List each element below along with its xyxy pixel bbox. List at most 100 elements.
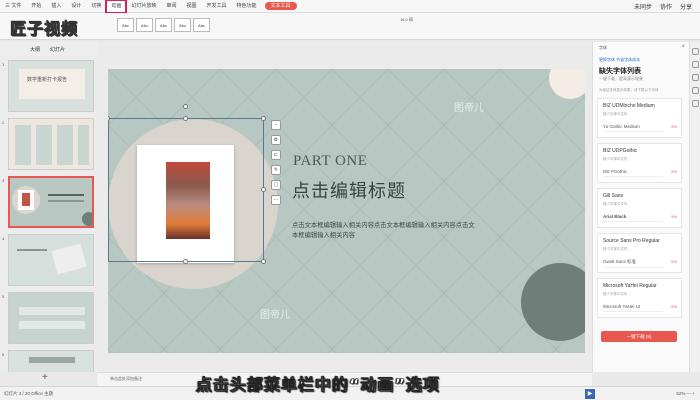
- text-style-preset[interactable]: Abc: [136, 18, 153, 32]
- font-card[interactable]: Microsoft YaHei Regular 缺少字体中文件 Microsof…: [597, 278, 682, 318]
- crop-icon[interactable]: ⊏: [271, 150, 281, 160]
- style-icon[interactable]: [691, 61, 699, 68]
- font-card[interactable]: Gill Sans 缺少字体中文件 Arial Black 5%: [597, 188, 682, 228]
- font-card[interactable]: BIZ UDMincho Medium 缺少字体中文件 Yu Gothic Me…: [597, 98, 682, 138]
- panel-title: 缺失字体列表: [599, 68, 641, 75]
- tab-special[interactable]: 特色功能: [232, 0, 262, 13]
- slide-main[interactable]: − ⚙ ⊏ ✎ ▢ ⋯ PART ONE 点击编辑标题 点击文本框编辑输入相关内…: [108, 69, 585, 353]
- font-sub: 缺少字体中文件: [603, 247, 628, 251]
- font-price: 5%: [671, 124, 677, 129]
- slide-body-text[interactable]: 点击文本框编辑输入相关内容点击文本框编辑输入相关内容点击文本框编辑输入相关内容: [292, 221, 477, 241]
- tab-slides[interactable]: 幻灯片: [50, 46, 65, 53]
- section-label[interactable]: PART ONE: [293, 153, 367, 170]
- close-icon[interactable]: ×: [681, 44, 685, 50]
- share-button[interactable]: 分享: [680, 2, 692, 11]
- text-style-preset[interactable]: Abc: [117, 18, 134, 32]
- font-replacement[interactable]: MS PGothic: [603, 169, 663, 177]
- rotate-handle[interactable]: [183, 104, 188, 109]
- property-icon[interactable]: [691, 48, 699, 55]
- font-replacement[interactable]: Yu Gothic Medium: [603, 124, 663, 132]
- font-sub: 缺少字体中文件: [603, 292, 628, 296]
- font-replacement[interactable]: Arial Black: [603, 214, 663, 222]
- more-icon[interactable]: ⋯: [271, 195, 281, 205]
- resize-handle[interactable]: [183, 259, 188, 264]
- font-name: BIZ UDPGothic: [603, 148, 638, 154]
- tab-animation[interactable]: 动画: [105, 0, 128, 14]
- slide-number: 2: [2, 120, 5, 125]
- panel-header: 字体: [599, 45, 607, 50]
- play-icon[interactable]: ▶: [585, 389, 595, 399]
- text-style-preset[interactable]: Abc: [174, 18, 191, 32]
- watermark-text: 图帝儿: [454, 103, 484, 114]
- tab-outline[interactable]: 大纲: [30, 46, 40, 53]
- text-style-preset[interactable]: Abc: [193, 18, 210, 32]
- resize-handle[interactable]: [183, 116, 188, 121]
- tab-transition[interactable]: 切换: [86, 0, 106, 13]
- download-all-button[interactable]: 一键下载 (5): [601, 331, 677, 342]
- slide-thumbnail[interactable]: 数学重新打卡报告: [8, 60, 94, 112]
- tab-review[interactable]: 审阅: [161, 0, 181, 13]
- font-sub: 缺少字体中文件: [603, 202, 628, 206]
- slide-panel-tabs: 大纲 幻灯片: [0, 42, 97, 56]
- font-price: 5%: [671, 169, 677, 174]
- floating-image-toolbar: − ⚙ ⊏ ✎ ▢ ⋯: [271, 120, 281, 210]
- minus-icon[interactable]: −: [271, 120, 281, 130]
- collab-button[interactable]: 协作: [660, 2, 672, 11]
- slide-thumbnail[interactable]: [8, 118, 94, 170]
- video-caption: 点击头部菜单栏中的“动画”选项: [196, 375, 441, 395]
- frame-icon[interactable]: ▢: [271, 180, 281, 190]
- font-card[interactable]: Source Sans Pro Regular 缺少字体中文件 Gwsk San…: [597, 233, 682, 273]
- panel-subtitle: 一键下载，提高演示效果: [599, 76, 643, 81]
- text-style-preset[interactable]: Abc: [155, 18, 172, 32]
- font-name: Microsoft YaHei Regular: [603, 283, 657, 289]
- tab-file[interactable]: 三 文件: [0, 0, 26, 13]
- panel-note: 为保证字体显示效果，请下载以下字体: [599, 88, 659, 92]
- zoom-control[interactable]: 52% — +: [676, 391, 695, 396]
- slide-thumbnail-selected[interactable]: [8, 176, 94, 228]
- add-slide-button[interactable]: +: [42, 372, 48, 383]
- text-tools-tab[interactable]: 文本工具: [264, 2, 297, 10]
- slide-thumbnail[interactable]: [8, 292, 94, 344]
- slide-number: 4: [2, 236, 5, 241]
- slide-thumbnail[interactable]: [8, 234, 94, 286]
- font-size-field[interactable]: 16.0 磅: [400, 17, 413, 23]
- notes-placeholder[interactable]: 单击此处添加备注: [110, 376, 142, 382]
- resize-handle[interactable]: [261, 187, 266, 192]
- tab-design[interactable]: 设计: [66, 0, 86, 13]
- animation-icon[interactable]: [691, 74, 699, 81]
- pen-icon[interactable]: ✎: [271, 165, 281, 175]
- settings-icon[interactable]: [691, 87, 699, 94]
- font-replacement[interactable]: Microsoft YaHei UI: [603, 304, 663, 312]
- tab-view[interactable]: 视图: [182, 0, 202, 13]
- tab-developer[interactable]: 开发工具: [202, 0, 232, 13]
- slide-title[interactable]: 点击编辑标题: [292, 177, 406, 203]
- font-name: Gill Sans: [603, 193, 624, 199]
- ribbon-right-actions: 未同步 协作 分享: [634, 2, 700, 11]
- font-name: Source Sans Pro Regular: [603, 238, 660, 244]
- slide-number: 1: [2, 62, 5, 67]
- replace-fonts-link[interactable]: 更换字体 节省字体成本: [599, 57, 640, 63]
- missing-fonts-panel: 字体 × 更换字体 节省字体成本 缺失字体列表 一键下载，提高演示效果 为保证字…: [592, 42, 689, 372]
- resize-handle[interactable]: [261, 116, 266, 121]
- logo-text: 匠子视频: [10, 19, 79, 39]
- tab-slideshow[interactable]: 幻灯片放映: [126, 0, 161, 13]
- help-icon[interactable]: [691, 100, 699, 107]
- resize-handle[interactable]: [261, 259, 266, 264]
- slide-thumbnail-list: 1 数学重新打卡报告 2 3 4 5 6: [0, 56, 97, 372]
- tab-insert[interactable]: 插入: [46, 0, 66, 13]
- font-name: BIZ UDMincho Medium: [603, 103, 655, 109]
- slide-number: 6: [2, 352, 5, 357]
- font-replacement[interactable]: Gwsk Sans 标准: [603, 259, 663, 268]
- tab-home[interactable]: 开始: [26, 0, 46, 13]
- layout-icon[interactable]: ⚙: [271, 135, 281, 145]
- selection-box: [108, 118, 264, 262]
- slide-thumbnail[interactable]: [8, 350, 94, 372]
- watermark-text: 图帝儿: [260, 310, 290, 321]
- sync-status[interactable]: 未同步: [634, 2, 652, 11]
- font-sub: 缺少字体中文件: [603, 157, 628, 161]
- font-price: 5%: [671, 214, 677, 219]
- thumb-title: 数学重新打卡报告: [27, 77, 68, 83]
- video-logo: 匠子视频: [10, 17, 79, 39]
- font-card[interactable]: BIZ UDPGothic 缺少字体中文件 MS PGothic 5%: [597, 143, 682, 183]
- ribbon-toolbar: Abc Abc Abc Abc Abc 16.0 磅: [0, 13, 700, 40]
